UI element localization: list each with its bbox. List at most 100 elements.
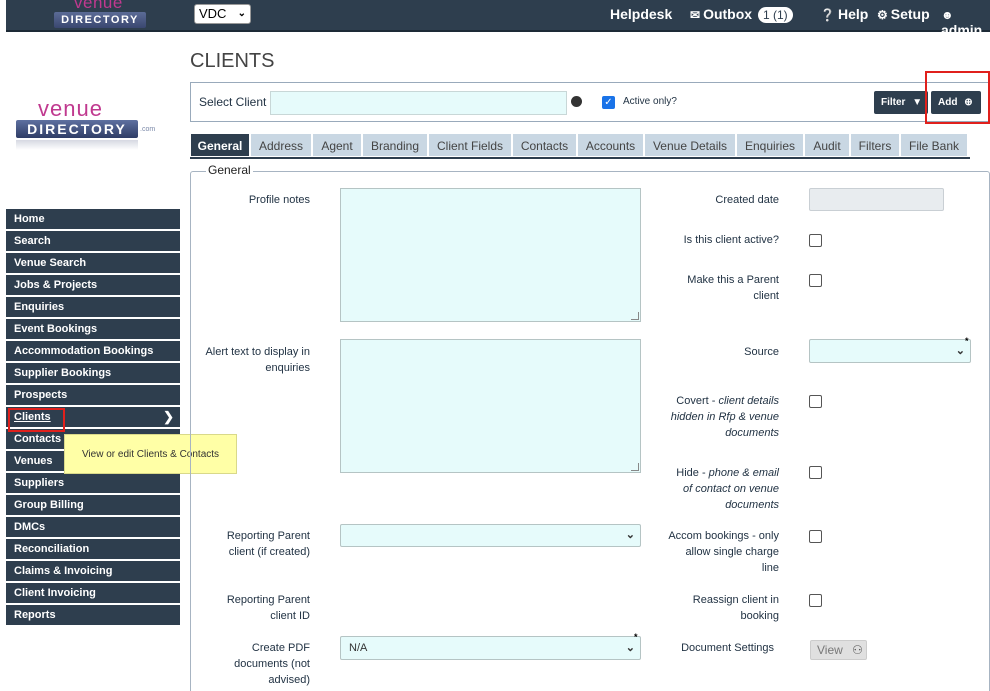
sidebar-logo-venue: venue [38,96,103,121]
sidebar-item-reports[interactable]: Reports [6,605,180,625]
sidebar-item-label: Jobs & Projects [14,279,98,291]
sidebar-item-enquiries[interactable]: Enquiries [6,297,180,317]
resize-grip[interactable] [631,463,639,471]
chevron-right-icon: ❯ [163,409,174,424]
filter-button[interactable]: Filter ▼ [874,91,928,114]
sidebar-item-event-bookings[interactable]: Event Bookings [6,319,180,339]
sidebar-item-label: Reports [14,609,56,621]
accom-bookings-checkbox[interactable] [809,530,822,543]
tab-address[interactable]: Address [250,133,312,157]
sidebar-item-dmcs[interactable]: DMCs [6,517,180,537]
tab-enquiries[interactable]: Enquiries [736,133,804,157]
reporting-parent-label: Reporting Parent client (if created) [226,530,310,558]
reporting-parent-select[interactable]: ⌄ [340,524,641,547]
sidebar-item-label: Suppliers [14,477,65,489]
sidebar-item-prospects[interactable]: Prospects [6,385,180,405]
chevron-down-icon: ⌄ [237,8,246,19]
sidebar-item-label: Prospects [14,389,68,401]
sidebar-item-label: Claims & Invoicing [14,565,113,577]
tab-accounts[interactable]: Accounts [577,133,644,157]
user-link[interactable]: ☻admin [941,6,990,38]
region-select-value: VDC [199,6,227,21]
sidebar-item-client-invoicing[interactable]: Client Invoicing [6,583,180,603]
helpdesk-link[interactable]: Helpdesk [610,6,672,22]
client-select-bar: Select Client ✓ Active only? Filter ▼ Ad… [190,82,990,122]
view-button-label: View [817,643,843,657]
covert-checkbox[interactable] [809,395,822,408]
sidebar-item-label: Contacts [14,433,62,445]
tab-file-bank[interactable]: File Bank [900,133,968,157]
sidebar-item-home[interactable]: Home [6,209,180,229]
add-highlight-box [925,71,990,124]
tab-agent[interactable]: Agent [312,133,362,157]
alert-text-textarea[interactable] [340,339,641,473]
sidebar-item-label: Venues [14,455,53,467]
sidebar-item-label: Client Invoicing [14,587,96,599]
top-logo-directory: DIRECTORY [54,12,146,28]
select-client-input[interactable] [270,91,567,115]
create-pdf-select[interactable]: N/A ⌄ [340,636,641,660]
globe-icon[interactable] [571,96,582,107]
help-label: Help [837,6,869,22]
tab-general[interactable]: General [190,133,250,157]
tab-venue-details[interactable]: Venue Details [644,133,736,157]
gear-icon: ⚙ [877,8,888,22]
is-active-label: Is this client active? [683,234,779,246]
created-date-label: Created date [715,194,779,206]
sidebar-item-venue-search[interactable]: Venue Search [6,253,180,273]
sidebar-item-label: Reconciliation [14,543,90,555]
hide-label: Hide - phone & email of contact on venue d… [676,467,779,511]
tab-contacts[interactable]: Contacts [512,133,577,157]
sidebar-item-label: Group Billing [14,499,84,511]
source-select[interactable]: ⌄ [809,339,971,363]
top-logo[interactable]: venue DIRECTORY [52,0,150,30]
sidebar-item-group-billing[interactable]: Group Billing [6,495,180,515]
outbox-label: Outbox [703,6,753,22]
outbox-badge: 1 (1) [757,7,793,23]
active-only-checkbox[interactable]: ✓ [602,96,615,109]
make-parent-checkbox[interactable] [809,274,822,287]
source-label: Source [744,346,779,358]
reassign-label: Reassign client in booking [692,594,779,622]
resize-grip[interactable] [631,312,639,320]
required-marker: * [634,632,638,642]
view-button[interactable]: View ⚇ [810,640,867,660]
sidebar-logo[interactable]: venue DIRECTORY .com [14,96,164,156]
active-only-label: Active only? [623,96,677,107]
filter-button-label: Filter [881,97,906,108]
setup-link[interactable]: ⚙ Setup [877,6,930,22]
document-settings-label: Document Settings [681,642,774,654]
create-pdf-label: Create PDF documents (not advised) [234,642,310,686]
user-icon: ☻ [941,8,954,22]
profile-notes-textarea[interactable] [340,188,641,322]
sidebar-item-accommodation-bookings[interactable]: Accommodation Bookings [6,341,180,361]
alert-text-label: Alert text to display in enquiries [205,346,310,374]
sidebar-item-reconciliation[interactable]: Reconciliation [6,539,180,559]
sidebar-item-suppliers[interactable]: Suppliers [6,473,180,493]
help-link[interactable]: ❔ Help [820,6,868,22]
outbox-link[interactable]: ✉ Outbox 1 (1) [690,6,793,23]
reassign-checkbox[interactable] [809,594,822,607]
sidebar-item-claims-invoicing[interactable]: Claims & Invoicing [6,561,180,581]
sidebar-item-label: Venue Search [14,257,87,269]
hide-checkbox[interactable] [809,466,822,479]
sidebar-item-jobs-projects[interactable]: Jobs & Projects [6,275,180,295]
general-legend: General [206,163,253,177]
sidebar-item-label: DMCs [14,521,46,533]
clients-highlight-box [8,408,65,432]
sidebar-item-label: Event Bookings [14,323,98,335]
reporting-parent-id-label: Reporting Parent client ID [226,594,310,622]
accom-bookings-label: Accom bookings - only allow single charge… [668,530,779,574]
tab-branding[interactable]: Branding [362,133,428,157]
tab-underline [190,157,970,159]
tab-filters[interactable]: Filters [850,133,900,157]
is-active-checkbox[interactable] [809,234,822,247]
sidebar-item-search[interactable]: Search [6,231,180,251]
region-select[interactable]: VDC ⌄ [194,4,251,24]
filter-icon: ▼ [912,97,923,108]
sidebar-item-supplier-bookings[interactable]: Supplier Bookings [6,363,180,383]
page-title: CLIENTS [190,50,275,72]
tab-audit[interactable]: Audit [804,133,850,157]
tab-client-fields[interactable]: Client Fields [428,133,512,157]
logo-reflection [16,140,138,150]
